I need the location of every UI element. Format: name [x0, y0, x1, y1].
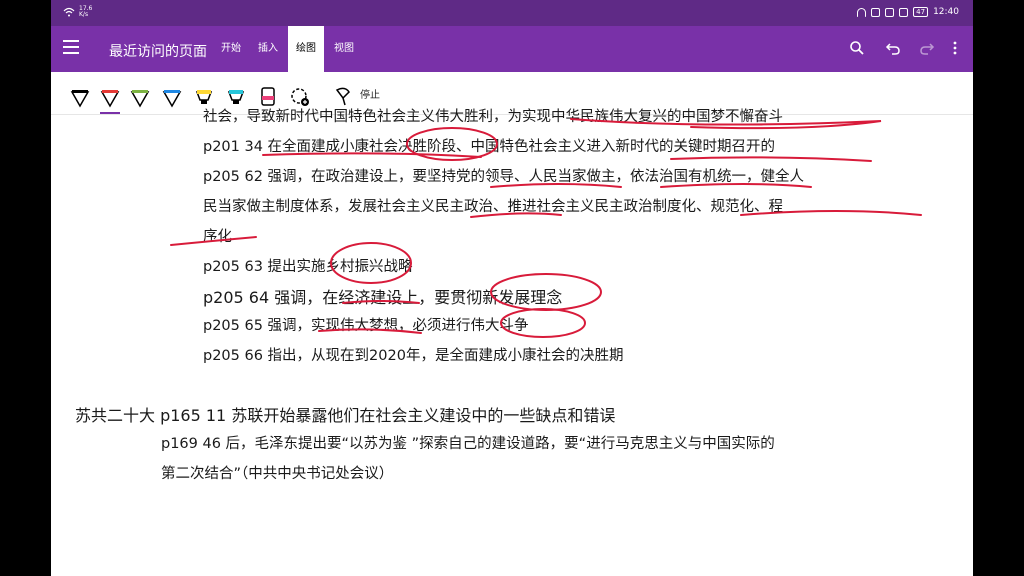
app-toolbar: 最近访问的页面 开始 插入 绘图 视图 — [51, 26, 973, 72]
note-line: 民当家做主制度体系，发展社会主义民主政治、推进社会主义民主政治制度化、规范化、程 — [203, 199, 783, 215]
tab-view[interactable]: 视图 — [326, 26, 362, 72]
note-canvas[interactable]: 社会，导致新时代中国特色社会主义伟大胜利，为实现中华民族伟大复兴的中国梦不懈奋斗… — [51, 109, 973, 576]
pen-red-icon[interactable] — [99, 84, 121, 108]
battery-level: 47 — [916, 8, 926, 16]
note-line: p169 46 后，毛泽东提出要“以苏为鉴 ”探索自己的建设道路，要“进行马克思… — [161, 436, 775, 452]
note-line: p205 66 指出，从现在到2020年，是全面建成小康社会的决胜期 — [203, 348, 624, 364]
mute-icon — [885, 7, 895, 17]
note-line: p205 63 提出实施乡村振兴战略 — [203, 259, 413, 275]
note-line: 序化 — [203, 229, 232, 245]
status-left: 17.6 K/s — [63, 6, 92, 18]
network-speed: 17.6 K/s — [79, 5, 93, 18]
clock: 12:40 — [933, 7, 959, 17]
ink-underline — [670, 156, 872, 162]
battery-icon: 47 — [913, 7, 929, 17]
undo-icon[interactable] — [885, 40, 901, 56]
note-line: 苏共二十大 p165 11 苏联开始暴露他们在社会主义建设中的一些缺点和错误 — [75, 406, 616, 425]
status-right: 47 12:40 — [857, 7, 959, 17]
sim-icon — [899, 7, 909, 17]
note-line: p201 34 在全面建成小康社会决胜阶段、中国特色社会主义进入新时代的关键时期… — [203, 139, 776, 155]
more-options-icon[interactable] — [951, 40, 959, 56]
page-title[interactable]: 最近访问的页面 — [109, 41, 207, 61]
tab-home[interactable]: 开始 — [213, 26, 249, 72]
note-line: p205 65 强调，实现伟大梦想，必须进行伟大斗争 — [203, 318, 529, 334]
pen-blue-icon[interactable] — [161, 84, 183, 108]
note-line: p205 64 强调，在经济建设上，要贯彻新发展理念 — [203, 288, 563, 307]
headphone-icon — [857, 7, 867, 17]
stop-label[interactable]: 停止 — [360, 86, 380, 101]
wifi-icon — [63, 7, 75, 17]
status-bar: 17.6 K/s 47 12:40 — [51, 0, 973, 26]
tab-insert[interactable]: 插入 — [250, 26, 286, 72]
search-icon[interactable] — [849, 40, 865, 56]
tab-draw[interactable]: 绘图 — [288, 26, 324, 72]
onenote-app: 17.6 K/s 47 12:40 最近访问的页面 开始 插入 绘图 视图 停止… — [51, 0, 973, 576]
redo-icon[interactable] — [919, 40, 935, 56]
note-line: p205 62 强调，在政治建设上，要坚持党的领导、人民当家做主，依法治国有机统… — [203, 169, 805, 185]
pen-black-icon[interactable] — [69, 84, 91, 108]
selected-pen-indicator — [100, 112, 120, 114]
hamburger-menu-icon[interactable] — [63, 40, 79, 54]
pen-green-icon[interactable] — [129, 84, 151, 108]
note-line: 社会，导致新时代中国特色社会主义伟大胜利，为实现中华民族伟大复兴的中国梦不懈奋斗 — [203, 109, 783, 125]
alarm-icon — [871, 7, 881, 17]
note-line: 第二次结合”（中共中央书记处会议） — [161, 466, 394, 482]
